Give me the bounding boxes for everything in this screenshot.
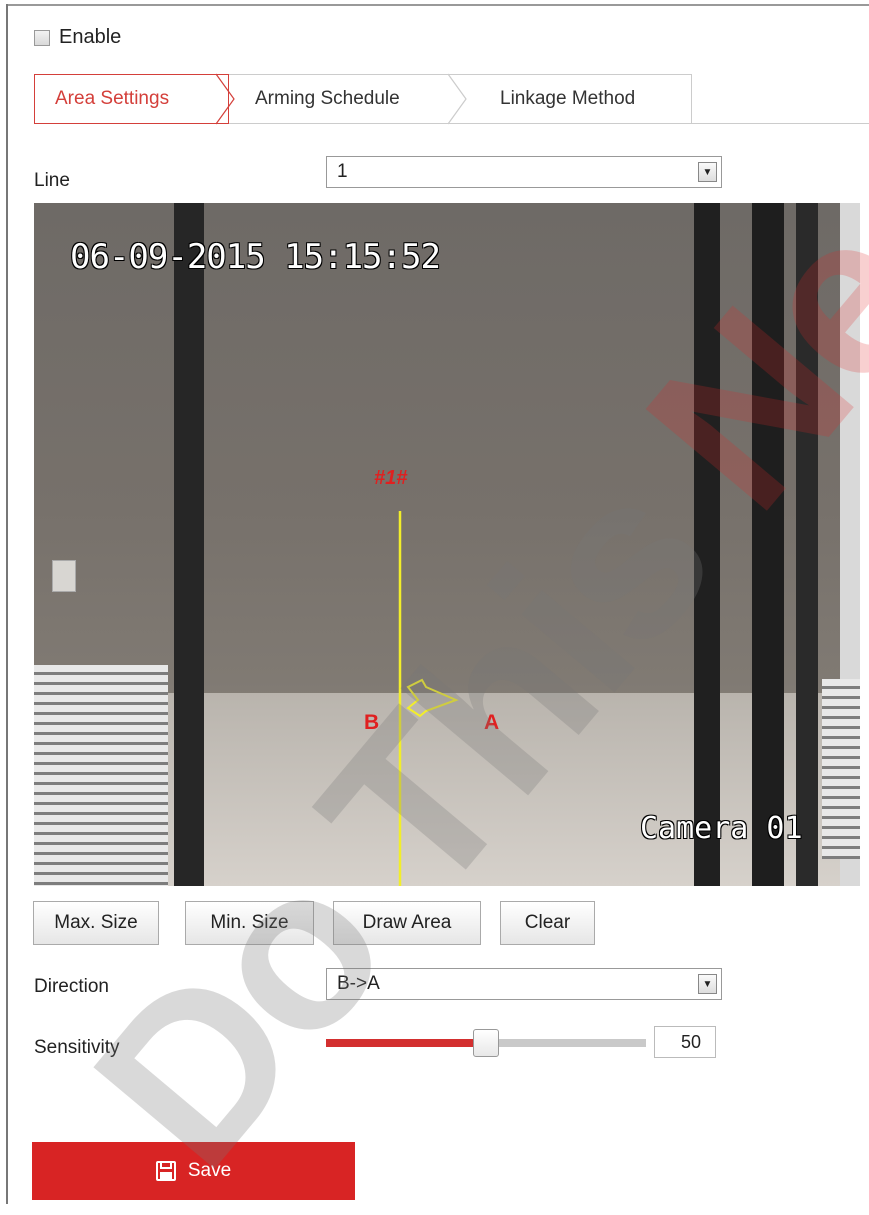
line-crossing-overlay [398,511,459,886]
line-select[interactable]: 1 ▼ [326,156,722,188]
sensitivity-label: Sensitivity [34,1037,120,1058]
line-label: Line [34,170,70,191]
chevron-down-icon[interactable]: ▼ [698,974,717,994]
save-button[interactable]: Save [32,1142,355,1200]
sensitivity-slider-thumb[interactable] [473,1029,499,1057]
draw-area-button[interactable]: Draw Area [333,901,481,945]
floppy-disk-icon [155,1161,176,1181]
tab-chevrons [215,73,467,125]
line-select-value: 1 [337,161,348,182]
clear-button[interactable]: Clear [500,901,595,945]
save-label: Save [187,1160,232,1181]
max-size-button[interactable]: Max. Size [33,901,159,945]
chevron-down-icon[interactable]: ▼ [698,162,717,182]
direction-label: Direction [34,976,109,997]
direction-select-value: B->A [337,973,380,994]
min-size-button[interactable]: Min. Size [185,901,314,945]
frame-left-border [6,4,8,1204]
video-preview[interactable]: 06-09-2015 15:15:52 Camera 01 #1# B A [34,203,860,886]
rule-label: #1# [374,467,408,489]
direction-select[interactable]: B->A ▼ [326,968,722,1000]
sensitivity-value-input[interactable]: 50 [654,1026,716,1058]
direction-arrow-icon [406,678,459,718]
sensitivity-slider-fill [326,1039,486,1047]
side-b-label: B [364,711,380,734]
side-a-label: A [484,711,500,734]
